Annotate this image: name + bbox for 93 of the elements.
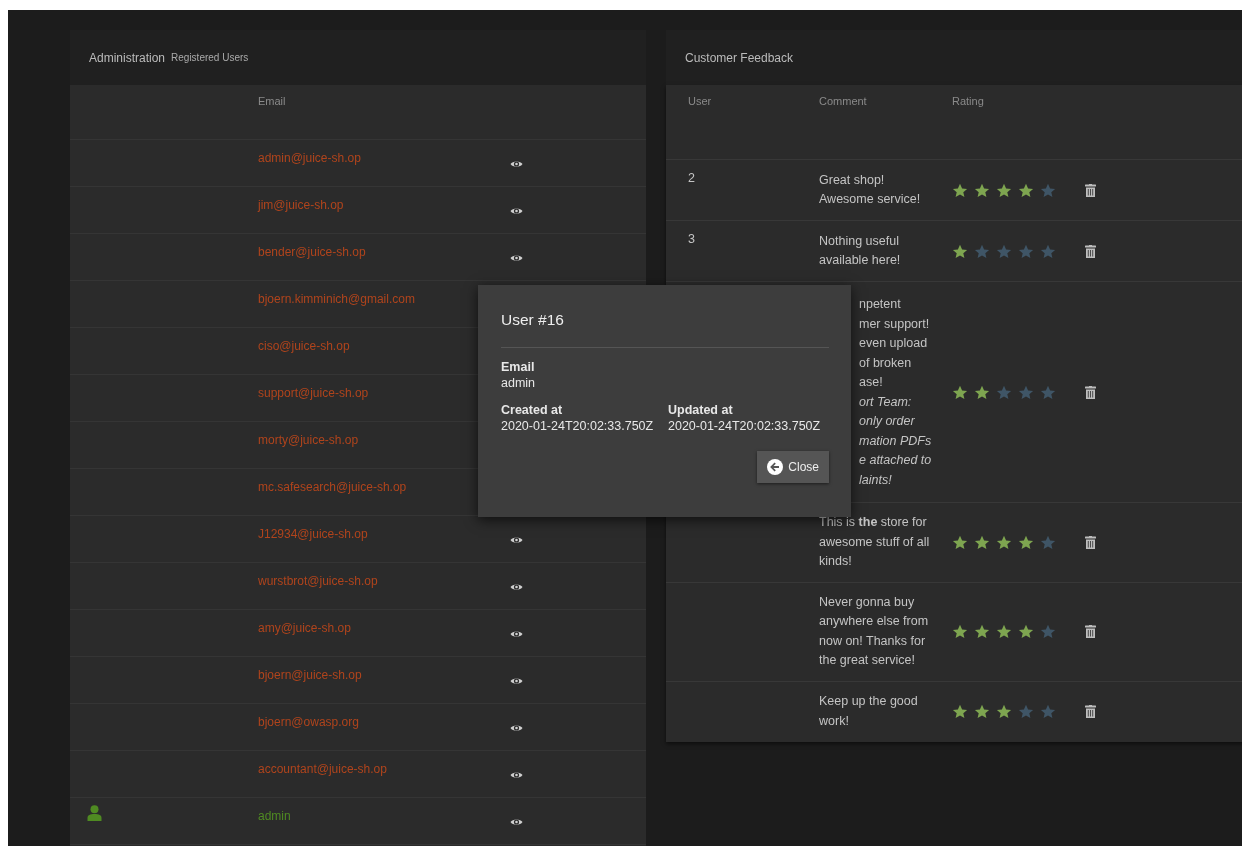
field-label: Created at [501,403,564,417]
trash-icon[interactable] [1085,183,1096,197]
comment-text: e attached to [858,452,933,469]
star-icon [1018,384,1034,400]
comment-cell-text: Great shop! Awesome service! [819,171,922,208]
email-cell-text: bender@juice-sh.op [258,244,367,261]
eye-icon[interactable] [510,817,523,827]
eye-icon[interactable] [510,206,523,216]
panel-subtitle: Registered Users [171,52,249,63]
eye-icon[interactable] [510,159,523,169]
email-cell-text: mc.safesearch@juice-sh.op [258,479,408,496]
star-icon [996,534,1012,550]
star-icon [952,182,968,198]
star-icon [996,243,1012,259]
eye-icon[interactable] [510,676,523,686]
comment-text: mation PDFs [858,432,933,450]
field-value: admin [501,376,537,390]
star-icon [996,624,1012,639]
panel-title: Customer Feedback [685,50,794,65]
column-header: Rating [952,94,985,107]
column-header: Comment [819,94,868,107]
star-icon [974,384,990,400]
star-icon [974,243,990,259]
user-id-cell-text: 3 [688,231,696,246]
email-cell-text: admin [258,808,292,825]
star-icon [1018,704,1034,719]
email-cell-text: J12934@juice-sh.op [258,526,369,543]
comment-text: only order [858,413,916,430]
star-icon [1018,534,1034,550]
eye-icon[interactable] [510,535,523,545]
comment-cell-text: This is the store for awesome stuff of all kinds! [819,514,931,570]
star-icon [1040,704,1056,719]
email-cell-text: accountant@juice-sh.op [258,761,388,778]
star-icon [974,704,990,719]
column-header: User [688,94,713,107]
star-icon [974,534,990,550]
field-label: Email [501,360,536,374]
comment-text: even upload [858,335,929,352]
email-cell-text: morty@juice-sh.op [258,432,360,449]
email-cell-text: bjoern@juice-sh.op [258,667,363,684]
comment-text: laints! [858,471,893,489]
comment-text: ort Team: [858,393,913,411]
field-value: 2020-01-24T20:02:33.750Z [668,419,822,433]
email-cell-text: ciso@juice-sh.op [258,338,351,355]
star-icon [996,182,1012,198]
trash-icon[interactable] [1085,705,1096,718]
comment-text: npetent [858,296,902,313]
trash-icon[interactable] [1085,535,1096,549]
eye-icon[interactable] [510,770,523,780]
star-icon [952,624,968,639]
star-icon [1040,624,1056,639]
star-icon [1040,384,1056,400]
star-icon [1018,182,1034,198]
trash-icon[interactable] [1085,625,1096,638]
star-icon [1018,243,1034,259]
eye-icon[interactable] [510,582,523,592]
comment-cell-text: Keep up the good work! [819,693,919,730]
star-icon [996,704,1012,719]
star-icon [952,243,968,259]
email-cell-text: bjoern@owasp.org [258,714,360,731]
close-button[interactable]: Close [757,451,829,483]
email-cell-text: wurstbrot@juice-sh.op [258,573,379,590]
user-id-cell-text: 2 [688,170,696,185]
email-cell-text: bjoern.kimminich@gmail.com [258,291,416,308]
panel-title: Administration [89,50,166,65]
email-cell-text: support@juice-sh.op [258,385,370,402]
email-cell-text: admin@juice-sh.op [258,150,362,167]
star-icon [1040,182,1056,198]
comment-cell-text: Never gonna buy anywhere else from now on! Thanks for the great service! [819,593,930,669]
trash-icon[interactable] [1085,244,1096,258]
email-cell-text: jim@juice-sh.op [258,197,345,214]
comment-text: ase! [858,374,884,391]
comment-text: of broken [858,354,913,372]
star-icon [1040,534,1056,550]
dialog-title: User #16 [501,311,565,329]
star-icon [952,534,968,550]
star-icon [974,624,990,639]
star-icon [1018,624,1034,639]
column-header: Email [258,94,287,109]
star-icon [996,384,1012,400]
star-icon [952,384,968,400]
trash-icon[interactable] [1085,385,1096,399]
email-cell-text: amy@juice-sh.op [258,620,352,637]
eye-icon[interactable] [510,723,523,733]
eye-icon[interactable] [510,629,523,639]
eye-icon[interactable] [510,253,523,263]
comment-cell-text: Nothing useful available here! [819,232,902,269]
star-icon [1040,243,1056,259]
star-icon [952,704,968,719]
comment-text: mer support! [858,315,931,333]
field-label: Updated at [668,403,734,417]
star-icon [974,182,990,198]
field-value: 2020-01-24T20:02:33.750Z [501,419,655,433]
